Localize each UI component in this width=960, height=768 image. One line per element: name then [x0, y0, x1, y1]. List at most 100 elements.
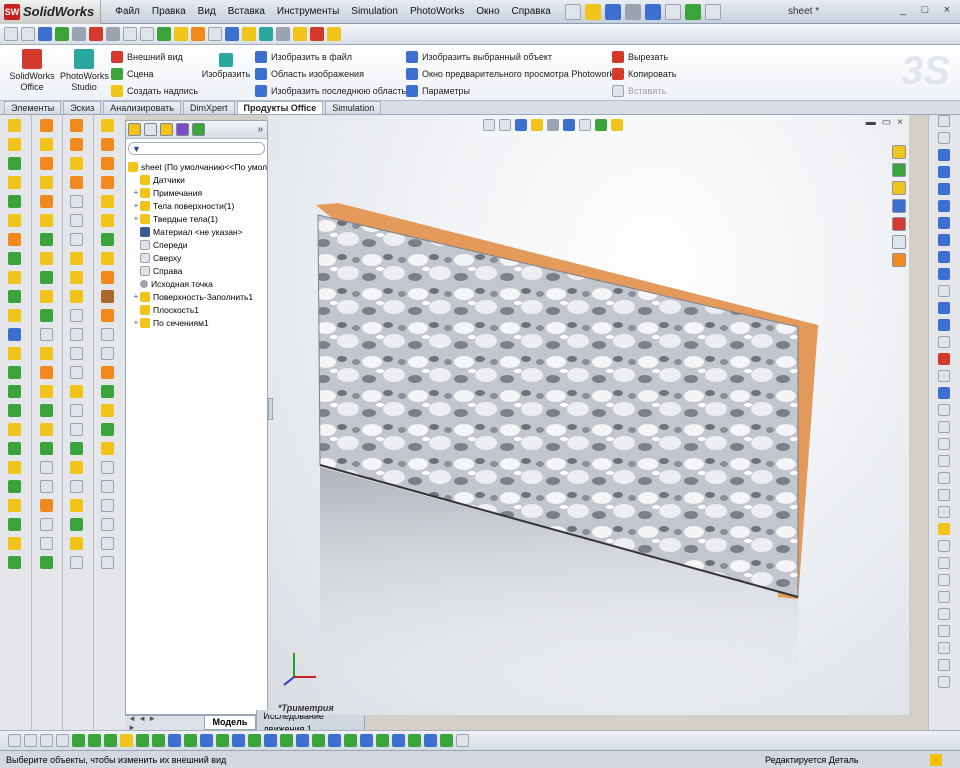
extrude-icon[interactable]: [8, 119, 21, 132]
radiate-surface-icon[interactable]: [40, 157, 53, 170]
replace-face-icon[interactable]: [40, 271, 53, 284]
tree-item-sensors[interactable]: Датчики: [132, 173, 185, 186]
point-icon[interactable]: [938, 302, 950, 314]
freeform-icon[interactable]: [40, 385, 53, 398]
tool-icon-d[interactable]: [40, 518, 53, 531]
curve-icon[interactable]: [8, 290, 21, 303]
thicken-icon[interactable]: [40, 347, 53, 360]
render-region-button[interactable]: Область изображения: [255, 67, 364, 81]
split-line-icon[interactable]: [8, 499, 21, 512]
ruled-surface-icon[interactable]: [40, 328, 53, 341]
paste-button[interactable]: Вставить: [612, 84, 666, 98]
cut-with-surface-icon[interactable]: [40, 366, 53, 379]
rip-icon[interactable]: [70, 442, 83, 455]
tree-item-annotations[interactable]: + Примечания: [132, 186, 202, 199]
tree-item-front-plane[interactable]: Спереди: [132, 238, 187, 251]
fill-surface-icon[interactable]: [40, 233, 53, 246]
display-relations-icon[interactable]: [938, 625, 950, 637]
filter-surface-finish-icon[interactable]: [280, 734, 293, 747]
tab-office-products[interactable]: Продукты Office: [236, 101, 324, 114]
tree-item-material[interactable]: Материал <не указан>: [132, 225, 243, 238]
scene-button[interactable]: Сцена: [111, 67, 154, 81]
tree-item-surface-fill[interactable]: + Поверхность-Заполнить1: [132, 290, 253, 303]
menu-file[interactable]: Файл: [109, 0, 146, 24]
filter-routing-points-icon[interactable]: [440, 734, 453, 747]
arc-icon[interactable]: [938, 234, 950, 246]
sketch-icon[interactable]: [938, 115, 950, 127]
tab-model[interactable]: Модель: [203, 716, 257, 730]
offset-surface-icon[interactable]: [40, 138, 53, 151]
filter-edges-icon[interactable]: [88, 734, 101, 747]
tree-item-plane1[interactable]: Плоскость1: [132, 303, 199, 316]
sheetmetal-icon[interactable]: [70, 119, 83, 132]
sketched-bend-icon[interactable]: [70, 233, 83, 246]
mirror-entities-icon[interactable]: [938, 421, 950, 433]
fillet-icon[interactable]: [8, 214, 21, 227]
panel-splitter-handle[interactable]: [268, 398, 273, 420]
split-entities-icon[interactable]: [938, 540, 950, 552]
solidworks-office-button[interactable]: SolidWorks Office: [8, 49, 56, 93]
dimxpert-manager-tab-icon[interactable]: [176, 123, 189, 136]
loft-icon[interactable]: [8, 176, 21, 189]
flatten-icon[interactable]: [70, 385, 83, 398]
close-button[interactable]: ×: [940, 4, 954, 16]
copy-button[interactable]: Копировать: [612, 67, 676, 81]
gusset-icon[interactable]: [101, 404, 114, 417]
circle-icon[interactable]: [938, 217, 950, 229]
hem-icon[interactable]: [70, 195, 83, 208]
move-entities-icon[interactable]: [938, 472, 950, 484]
filter-sketch-segments-icon[interactable]: [200, 734, 213, 747]
tab-dimxpert[interactable]: DimXpert: [182, 101, 235, 114]
run-icon[interactable]: [55, 27, 69, 41]
create-decal-button[interactable]: Создать надпись: [111, 84, 198, 98]
select-pointer-icon[interactable]: [664, 3, 681, 20]
closed-corner-icon[interactable]: [70, 271, 83, 284]
convert-entities-icon[interactable]: [938, 387, 950, 399]
statistics-icon[interactable]: [242, 27, 256, 41]
unfold-icon[interactable]: [70, 347, 83, 360]
modify-sketch-icon[interactable]: [938, 659, 950, 671]
scale-entities-icon[interactable]: [938, 506, 950, 518]
scale-icon[interactable]: [101, 290, 114, 303]
sketch-chamfer-icon[interactable]: [938, 676, 950, 688]
rib-icon[interactable]: [8, 366, 21, 379]
filter-solid-bodies-icon[interactable]: [136, 734, 149, 747]
feature-tree-tab-icon[interactable]: [128, 123, 141, 136]
sketch-fillet-icon[interactable]: [938, 285, 950, 297]
filter-misc-icon[interactable]: [456, 734, 469, 747]
traffic-light-icon[interactable]: [684, 3, 701, 20]
tool-icon-e[interactable]: [40, 537, 53, 550]
quick-snaps-icon[interactable]: [938, 608, 950, 620]
filter-connection-points-icon[interactable]: [424, 734, 437, 747]
edit-macro-icon[interactable]: [123, 27, 137, 41]
tree-root-part[interactable]: sheet (По умолчанию<<По умол: [128, 160, 267, 173]
rotate-entities-icon[interactable]: [938, 489, 950, 501]
tool-icon-h[interactable]: [101, 499, 114, 512]
filter-sketch-points-icon[interactable]: [184, 734, 197, 747]
tool-icon-a[interactable]: [40, 461, 53, 474]
save-icon[interactable]: [604, 3, 621, 20]
draft-analysis-icon[interactable]: [101, 252, 114, 265]
check-sketch-icon[interactable]: [938, 642, 950, 654]
vent-icon[interactable]: [70, 461, 83, 474]
help-icon[interactable]: [327, 27, 341, 41]
tree-item-loft1[interactable]: + По сечениям1: [132, 316, 209, 329]
select-icon[interactable]: [21, 27, 35, 41]
options-icon[interactable]: [704, 3, 721, 20]
sum-icon[interactable]: [208, 27, 222, 41]
record-icon[interactable]: [89, 27, 103, 41]
circular-pattern-icon[interactable]: [938, 455, 950, 467]
open-folder-icon[interactable]: [584, 3, 601, 20]
tool-icon-k[interactable]: [101, 556, 114, 569]
preview-window-button[interactable]: Окно предварительного просмотра Photowor…: [406, 67, 618, 81]
tree-item-surface-bodies[interactable]: + Тела поверхности(1): [132, 199, 234, 212]
undo-icon[interactable]: [644, 3, 661, 20]
check-icon[interactable]: [157, 27, 171, 41]
file-explorer-icon[interactable]: [892, 181, 906, 195]
sheetmetal-gusset-icon[interactable]: [70, 556, 83, 569]
filter-surface-bodies-icon[interactable]: [120, 734, 133, 747]
menu-insert[interactable]: Вставка: [222, 0, 271, 24]
stop-icon[interactable]: [106, 27, 120, 41]
tree-item-origin[interactable]: Исходная точка: [132, 277, 213, 290]
filter-blocks-icon[interactable]: [392, 734, 405, 747]
